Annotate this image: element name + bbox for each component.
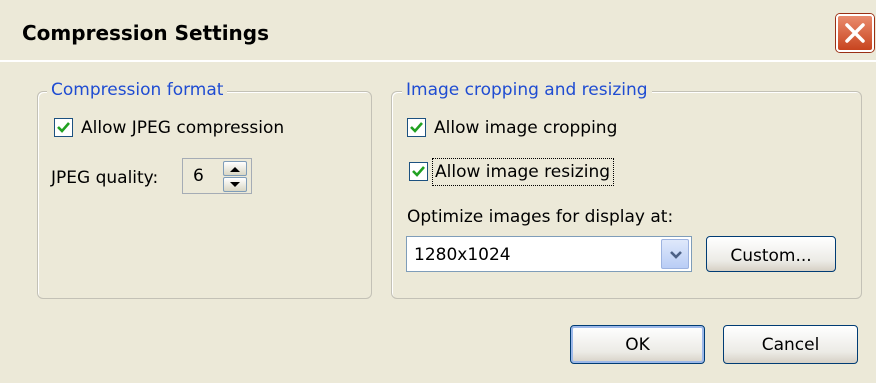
allow-jpeg-label[interactable]: Allow JPEG compression: [81, 118, 284, 138]
arrow-down-icon: [230, 182, 240, 187]
close-icon: [845, 23, 865, 43]
dropdown-arrow-button[interactable]: [661, 239, 689, 269]
ok-button-label: OK: [625, 335, 650, 355]
spin-down-button[interactable]: [223, 177, 247, 192]
arrow-up-icon: [230, 167, 240, 172]
jpeg-quality-spinner[interactable]: 6: [182, 158, 252, 194]
resolution-dropdown[interactable]: 1280x1024: [406, 236, 692, 272]
image-cropping-legend: Image cropping and resizing: [402, 80, 652, 100]
checkmark-icon: [412, 166, 425, 177]
window-top-strip: [0, 0, 876, 12]
checkmark-icon: [57, 122, 70, 133]
close-button[interactable]: [836, 14, 874, 52]
allow-jpeg-checkbox[interactable]: [54, 118, 73, 137]
jpeg-quality-value[interactable]: 6: [193, 166, 204, 186]
custom-button[interactable]: Custom...: [706, 236, 836, 272]
checkmark-icon: [410, 122, 423, 133]
dialog-title: Compression Settings: [22, 21, 270, 45]
resolution-value: 1280x1024: [414, 245, 511, 265]
custom-button-label: Custom...: [730, 246, 812, 266]
ok-button[interactable]: OK: [570, 325, 705, 364]
optimize-label: Optimize images for display at:: [407, 207, 674, 227]
compression-format-legend: Compression format: [47, 80, 228, 100]
chevron-down-icon: [670, 251, 682, 259]
cancel-button[interactable]: Cancel: [723, 325, 858, 364]
title-divider: [0, 60, 876, 62]
allow-resizing-label[interactable]: Allow image resizing: [432, 158, 615, 186]
allow-cropping-label[interactable]: Allow image cropping: [434, 118, 617, 138]
jpeg-quality-label: JPEG quality:: [51, 168, 159, 188]
spin-up-button[interactable]: [223, 161, 247, 176]
cancel-button-label: Cancel: [761, 335, 820, 355]
allow-cropping-checkbox[interactable]: [407, 118, 426, 137]
allow-resizing-checkbox[interactable]: [409, 162, 428, 181]
